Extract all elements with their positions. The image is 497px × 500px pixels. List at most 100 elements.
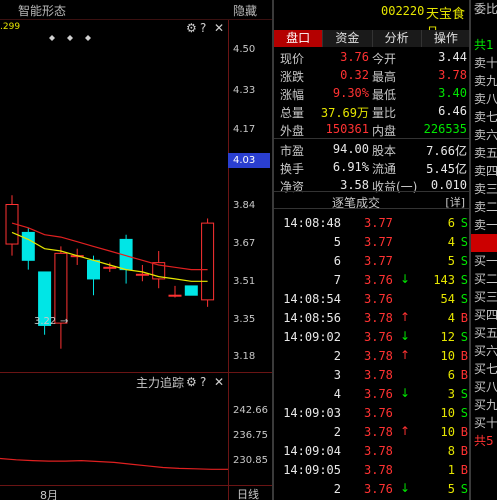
order-book-row[interactable]: 买六 [471,342,497,360]
tick-side: S [460,273,468,287]
order-book-row[interactable]: 共5 [471,432,497,450]
quote-value: 94.00 [332,142,369,156]
tick-price: 3.78 [364,444,393,458]
quote-label: 换手 [280,162,305,176]
candle-body [201,222,215,301]
stock-code: 002220 [381,4,425,18]
quote-value: 9.30% [332,86,369,100]
tick-volume: 3 [447,387,455,401]
indicator-help-icon[interactable]: ? [200,376,206,388]
low-arrow-icon: → [60,316,68,327]
tick-row: 2 3.78 ↑ 10 B [274,347,471,366]
order-book-row[interactable]: 卖五 [471,144,497,162]
order-book-row[interactable]: 买三 [471,288,497,306]
tick-volume: 8 [447,444,455,458]
tick-price: 3.78 [364,311,393,325]
tick-side: B [460,444,468,458]
quote-value: 3.44 [438,50,467,64]
order-book-row[interactable] [471,234,497,252]
tick-side: B [460,368,468,382]
time-axis-bar: 8月 日线 [0,485,272,500]
tick-price: 3.78 [364,425,393,439]
tab-pankou[interactable]: 盘口 [274,30,324,47]
indicator-chart[interactable] [0,395,228,485]
order-book-row[interactable]: 卖二 [471,198,497,216]
tick-volume: 12 [440,330,455,344]
tick-time: 2 [333,482,341,496]
order-book-row[interactable]: 买九 [471,396,497,414]
tick-volume: 143 [433,273,455,287]
tick-row: 7 3.76 ↓ 143 S [274,271,471,290]
quote-label: 最高 [372,70,397,84]
order-book-row[interactable]: 共1 [471,36,497,54]
tab-analysis[interactable]: 分析 [372,30,422,47]
ticks-detail-button[interactable]: [详] [445,194,465,210]
order-book-row[interactable]: 卖七 [471,108,497,126]
quote-value: 7.66亿 [426,144,467,158]
order-book-row[interactable]: 买四 [471,306,497,324]
tick-side: S [460,406,468,420]
order-book-row[interactable]: 卖十 [471,54,497,72]
ticks-header: 逐笔成交 [详] [274,191,471,210]
tick-time: 14:08:54 [283,292,341,306]
tick-volume: 10 [440,406,455,420]
price-tick: 3.51 [233,276,256,287]
tick-row: 14:09:02 3.76 ↓ 12 S [274,328,471,347]
price-axis: 4.50 4.33 4.17 3.84 3.67 3.51 3.35 3.18 [228,20,272,395]
indicator-gear-icon[interactable]: ⚙ [186,376,197,388]
tab-funds[interactable]: 资金 [323,30,373,47]
order-book-row[interactable]: 买八 [471,378,497,396]
order-book-row[interactable] [471,18,497,36]
tick-price: 3.76 [364,330,393,344]
order-book-row[interactable]: 卖一 [471,216,497,234]
order-book-row[interactable]: 卖四 [471,162,497,180]
tick-price: 3.78 [364,463,393,477]
tick-side: S [460,254,468,268]
order-book-row[interactable]: 买一 [471,252,497,270]
indicator-close-icon[interactable]: ✕ [214,376,224,388]
order-book-row[interactable]: 委比 [471,0,497,18]
period-button[interactable]: 日线 [228,486,272,500]
tick-row: 6 3.77 5 S [274,252,471,271]
signal-diamond-icon [67,35,73,41]
quote-label: 外盘 [280,124,305,138]
tick-volume: 10 [440,349,455,363]
tab-operation[interactable]: 操作 [421,30,471,47]
tick-side: S [460,292,468,306]
order-book-row[interactable]: 买五 [471,324,497,342]
indicator-tick: 230.85 [233,455,268,466]
tick-side: B [460,311,468,325]
tick-volume: 6 [447,216,455,230]
tick-time: 7 [333,273,341,287]
hide-button[interactable]: 隐藏 [233,2,257,19]
tick-row: 14:08:48 3.77 6 S [274,214,471,233]
order-book-row[interactable]: 买十 [471,414,497,432]
order-book-row[interactable]: 卖九 [471,72,497,90]
order-book-row[interactable]: 卖六 [471,126,497,144]
order-book-row[interactable]: 卖八 [471,90,497,108]
ticks-list[interactable]: 14:08:48 3.77 6 S 5 3.77 4 S 6 3.77 5 S 7 3.76 ↓ 143 S 14… [274,214,471,500]
tick-row: 14:08:56 3.78 ↑ 4 B [274,309,471,328]
order-book-row[interactable]: 卖三 [471,180,497,198]
candle-body [168,294,182,297]
tick-side: B [460,425,468,439]
tick-side: B [460,349,468,363]
order-book-panel: 委比共1 卖十 卖九 卖八 卖七 卖六 卖五 卖四 卖三 卖二 卖一买一 买二 买三 买四 买五 买六 买七 买八… [469,0,497,500]
quote-label: 最低 [372,88,397,102]
tick-row: 14:09:05 3.78 1 B [274,461,471,480]
candlestick-chart[interactable]: 3.22 → [0,20,228,372]
tick-volume: 5 [447,254,455,268]
tick-row: 4 3.76 ↓ 3 S [274,385,471,404]
tick-time: 3 [333,368,341,382]
order-book-row[interactable]: 买二 [471,270,497,288]
quote-value: 5.45亿 [426,162,467,176]
tick-time: 14:09:03 [283,406,341,420]
tick-time: 2 [333,349,341,363]
tick-price: 3.78 [364,368,393,382]
tick-price: 3.77 [364,235,393,249]
order-book-row[interactable]: 买七 [471,360,497,378]
price-tick: 4.33 [233,85,256,96]
tick-row: 3 3.78 6 B [274,366,471,385]
tick-price: 3.76 [364,387,393,401]
tick-time: 5 [333,235,341,249]
